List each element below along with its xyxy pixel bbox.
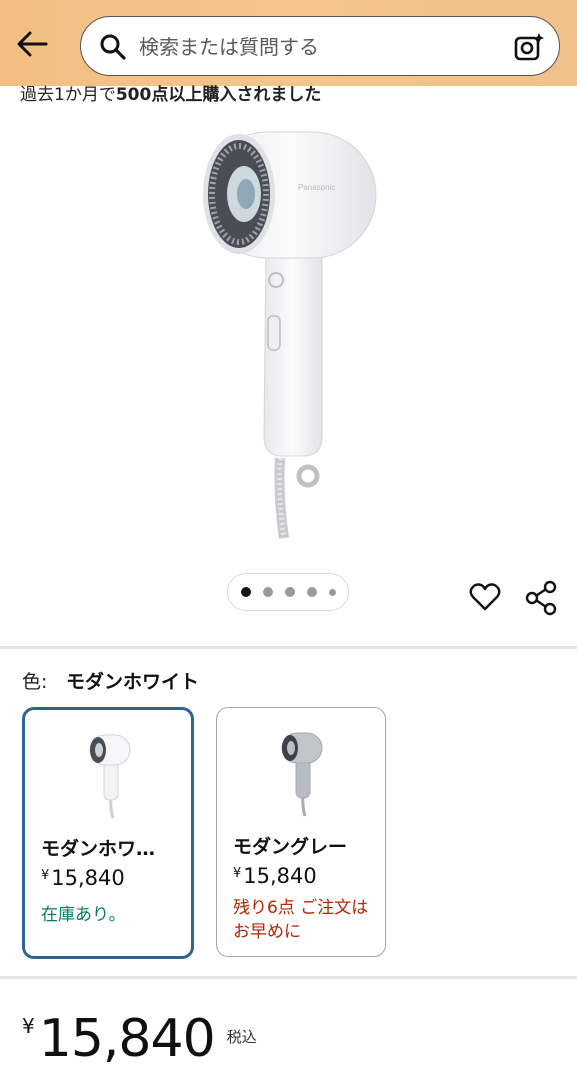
variant-price: ¥15,840 <box>41 866 125 890</box>
section-divider <box>0 646 577 649</box>
carousel-dot[interactable] <box>262 587 273 597</box>
variant-thumbnail <box>281 732 323 817</box>
color-label: 色: <box>22 671 48 693</box>
currency-symbol: ¥ <box>233 866 242 881</box>
carousel-dot[interactable] <box>284 587 295 597</box>
variant-option-modern-gray[interactable]: モダングレー ¥15,840 残り6点 ご注文はお早めに <box>216 707 386 957</box>
carousel-dot[interactable] <box>240 587 251 597</box>
variant-name: モダングレー <box>233 836 348 858</box>
search-icon <box>100 34 126 60</box>
carousel-dot[interactable] <box>328 588 336 596</box>
purchase-note-prefix: 過去1か月で <box>20 85 116 104</box>
currency-symbol: ¥ <box>41 868 50 883</box>
search-input[interactable] <box>137 27 501 67</box>
image-carousel-indicator[interactable] <box>227 573 349 611</box>
selected-color-name: モダンホワイト <box>66 671 200 693</box>
variant-price-amount: 15,840 <box>51 866 125 890</box>
stock-status: 残り6点 ご注文はお早めに <box>233 898 369 942</box>
section-divider <box>0 976 577 979</box>
search-box[interactable] <box>80 16 560 76</box>
carousel-dot[interactable] <box>306 587 317 597</box>
share-icon[interactable] <box>524 580 558 616</box>
price-amount: 15,840 <box>38 1009 216 1069</box>
variant-thumbnail <box>89 734 131 819</box>
camera-search-icon[interactable] <box>513 31 545 63</box>
price-currency: ¥ <box>22 1014 35 1038</box>
back-button[interactable] <box>14 28 50 60</box>
purchase-count-note: 過去1か月で500点以上購入されました <box>20 80 560 104</box>
variant-name: モダンホワ… <box>41 838 156 860</box>
top-bar <box>0 0 577 86</box>
variant-option-modern-white[interactable]: モダンホワ… ¥15,840 在庫あり。 <box>22 707 194 959</box>
tax-included-note: 税込 <box>226 1028 257 1046</box>
stock-status: 在庫あり。 <box>41 905 126 925</box>
heart-icon[interactable] <box>468 580 502 614</box>
product-image[interactable]: Panasonic <box>180 118 400 548</box>
brand-logo: Panasonic <box>298 183 335 192</box>
purchase-note-count: 500点以上購入されました <box>115 85 322 104</box>
arrow-left-icon <box>17 31 48 57</box>
variant-price: ¥15,840 <box>233 864 317 888</box>
variant-price-amount: 15,840 <box>243 864 317 888</box>
product-price: ¥ 15,840 税込 <box>22 1006 257 1080</box>
